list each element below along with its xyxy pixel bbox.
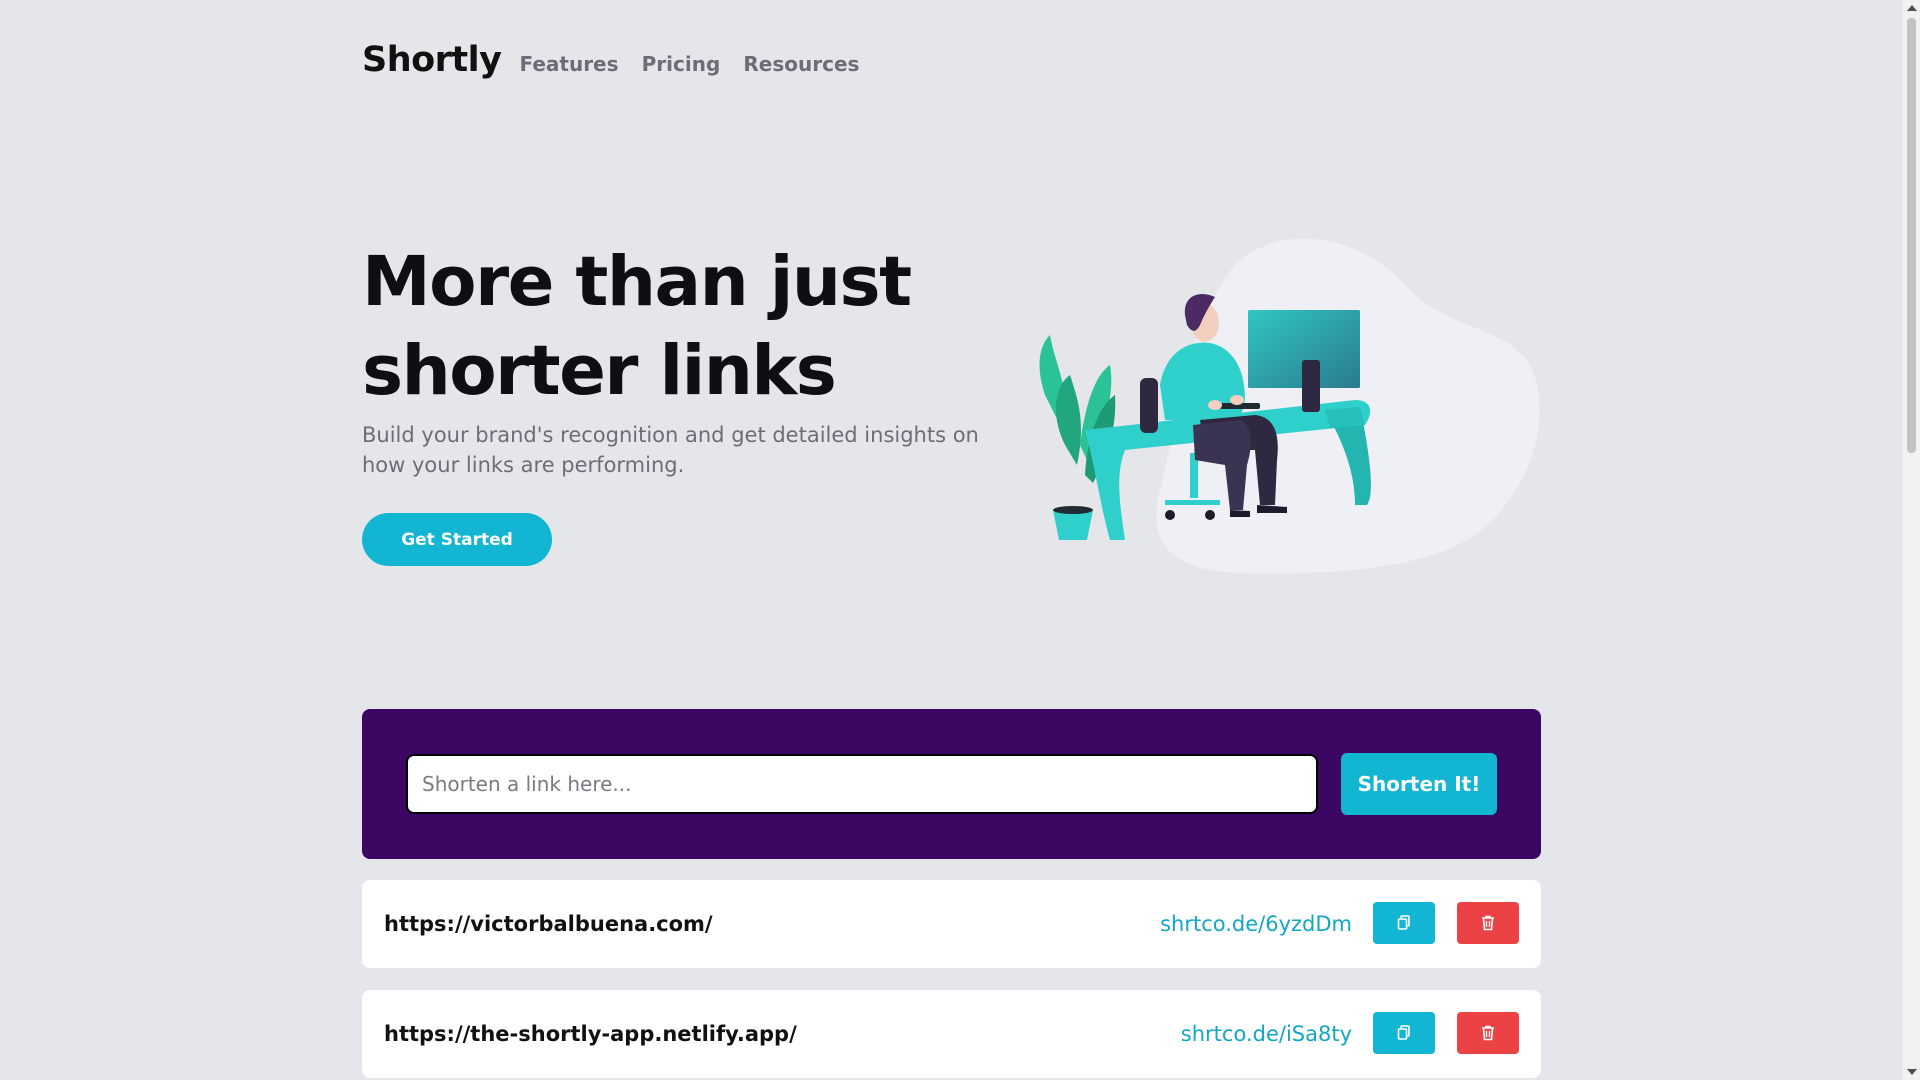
- shorten-it-button[interactable]: Shorten It!: [1341, 753, 1497, 815]
- delete-button[interactable]: [1457, 902, 1519, 944]
- scroll-up-arrow-icon[interactable]: [1907, 5, 1917, 11]
- working-illustration: [1039, 238, 1540, 574]
- copy-icon: [1397, 1025, 1410, 1040]
- nav-link-features[interactable]: Features: [519, 52, 618, 76]
- logo[interactable]: Shortly: [362, 40, 502, 80]
- trash-icon: [1482, 1025, 1494, 1041]
- copy-icon: [1397, 915, 1410, 930]
- original-url: https://the-shortly-app.netlify.app/: [384, 1022, 797, 1046]
- scroll-down-arrow-icon[interactable]: [1907, 1069, 1917, 1075]
- hero-subtitle: Build your brand's recognition and get d…: [362, 423, 979, 477]
- main-nav: Features Pricing Resources: [519, 52, 877, 76]
- result-row: https://victorbalbuena.com/ shrtco.de/6y…: [362, 880, 1541, 968]
- short-url-link[interactable]: shrtco.de/6yzdDm: [1160, 880, 1352, 968]
- header: Shortly Features Pricing Resources: [362, 40, 877, 80]
- scrollbar-thumb[interactable]: [1907, 18, 1916, 453]
- shorten-form: Shorten It!: [362, 709, 1541, 859]
- hero-title-line-1: More than just: [362, 242, 912, 322]
- copy-button[interactable]: [1373, 902, 1435, 944]
- get-started-button[interactable]: Get Started: [362, 513, 552, 566]
- hero-title-line-2: shorter links: [362, 331, 837, 411]
- shorten-link-input[interactable]: [406, 754, 1318, 814]
- vertical-scrollbar[interactable]: [1903, 0, 1920, 1080]
- nav-link-pricing[interactable]: Pricing: [642, 52, 721, 76]
- result-row: https://the-shortly-app.netlify.app/ shr…: [362, 990, 1541, 1078]
- original-url: https://victorbalbuena.com/: [384, 912, 713, 936]
- delete-button[interactable]: [1457, 1012, 1519, 1054]
- nav-link-resources[interactable]: Resources: [743, 52, 859, 76]
- hero-title: More than just shorter links: [362, 238, 1002, 416]
- trash-icon: [1482, 915, 1494, 931]
- short-url-link[interactable]: shrtco.de/iSa8ty: [1181, 990, 1352, 1078]
- copy-button[interactable]: [1373, 1012, 1435, 1054]
- page: Shortly Features Pricing Resources More …: [0, 0, 1920, 1080]
